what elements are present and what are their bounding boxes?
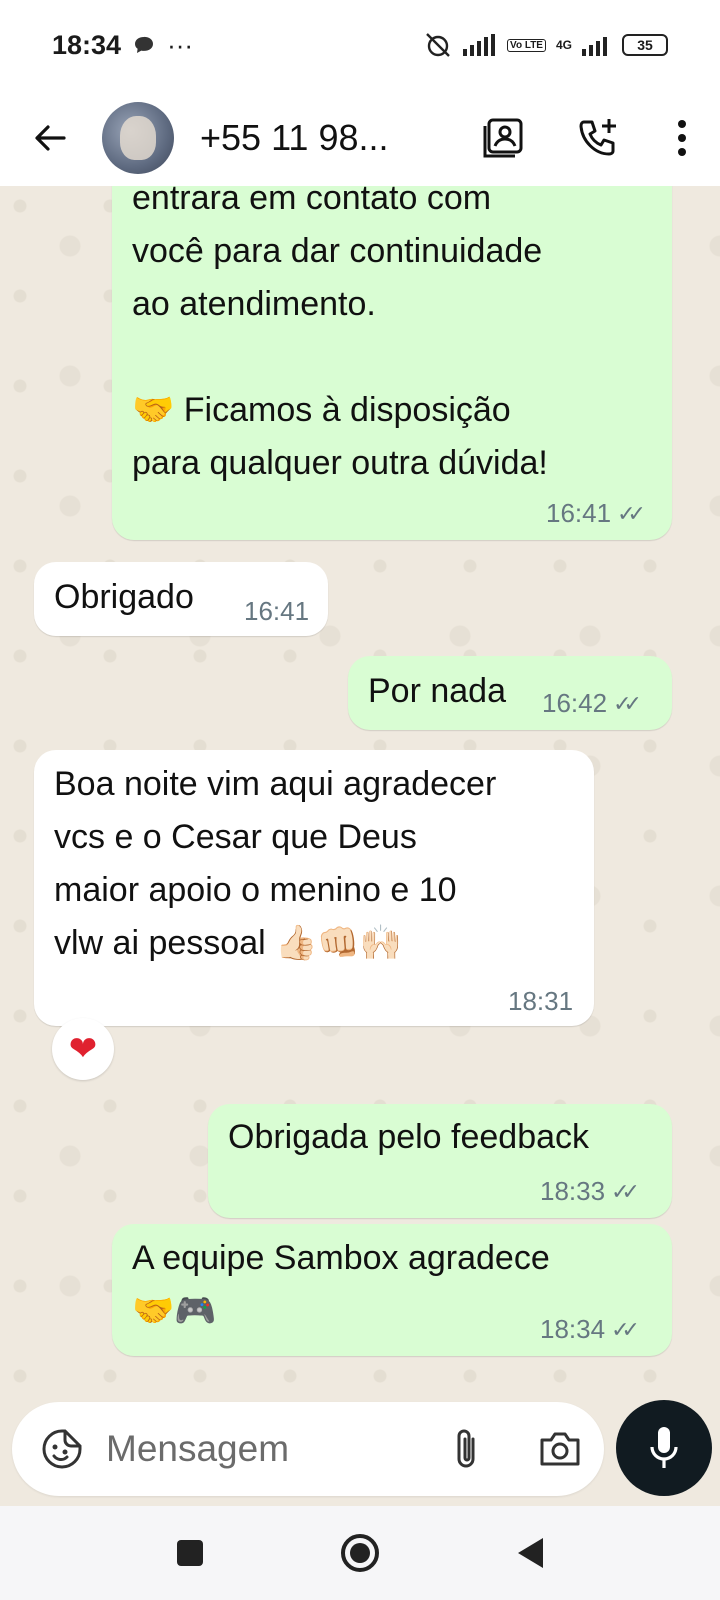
back-arrow-icon — [35, 125, 66, 151]
message-text: entrara em contato com você para dar con… — [132, 186, 548, 482]
chat-notification-icon — [133, 35, 155, 55]
add-call-icon — [579, 119, 616, 156]
recents-button[interactable] — [160, 1523, 220, 1583]
contacts-button[interactable] — [474, 108, 534, 168]
message-text: Boa noite vim aqui agradecer vcs e o Ces… — [54, 765, 497, 962]
message-meta: 18:34 ✓✓ — [540, 1314, 640, 1345]
message-meta: 16:41 — [244, 596, 309, 627]
message-time: 16:41 — [244, 596, 310, 626]
read-receipt-icon: ✓✓ — [611, 1316, 640, 1342]
attach-button[interactable] — [436, 1419, 496, 1479]
contact-name[interactable]: +55 11 98... — [200, 117, 430, 159]
system-nav-bar — [0, 1506, 720, 1600]
message-time: 18:33 — [540, 1176, 606, 1206]
home-circle-icon — [341, 1534, 379, 1572]
message-time: 18:31 — [508, 986, 574, 1016]
read-receipt-icon: ✓✓ — [611, 1178, 640, 1204]
square-icon — [177, 1540, 203, 1566]
message-meta: 16:42 ✓✓ — [542, 688, 642, 719]
alarm-off-icon — [423, 32, 453, 58]
message-meta: 18:31 — [508, 986, 573, 1017]
network-4g-indicator: 4G — [555, 38, 572, 52]
read-receipt-icon: ✓✓ — [617, 500, 646, 526]
signal-2-icon — [582, 34, 612, 56]
back-button[interactable] — [14, 102, 86, 174]
battery-level: 35 — [637, 37, 653, 53]
message-input-bar — [12, 1402, 604, 1496]
avatar[interactable] — [102, 102, 174, 174]
status-time: 18:34 — [52, 29, 122, 60]
message-text: Por nada — [368, 672, 506, 710]
status-more: ··· — [167, 29, 194, 60]
heart-icon: ❤ — [68, 1030, 98, 1068]
message-text: Obrigado — [54, 578, 194, 616]
sticker-button[interactable] — [32, 1419, 92, 1479]
camera-icon — [540, 1432, 580, 1466]
paperclip-icon — [457, 1429, 475, 1468]
message-time: 16:41 — [546, 498, 612, 528]
add-call-button[interactable] — [568, 108, 628, 168]
signal-icon — [463, 34, 497, 56]
more-vert-icon — [678, 120, 686, 156]
status-bar: 18:34 ··· Vo LTE 4G 35 — [0, 0, 720, 90]
volte-badge: Vo LTE — [507, 38, 546, 52]
camera-button[interactable] — [530, 1419, 590, 1479]
message-meta: 16:41 ✓✓ — [546, 498, 646, 529]
microphone-icon — [650, 1427, 678, 1468]
chat-area[interactable]: entrara em contato com você para dar con… — [0, 186, 720, 1400]
battery-icon: 35 — [622, 34, 668, 56]
voice-message-button[interactable] — [616, 1400, 712, 1496]
message-time: 18:34 — [540, 1314, 606, 1344]
back-nav-button[interactable] — [500, 1523, 560, 1583]
message-meta: 18:33 ✓✓ — [540, 1176, 640, 1207]
contacts-icon — [483, 118, 523, 158]
composer — [0, 1400, 720, 1506]
home-button[interactable] — [330, 1523, 390, 1583]
sticker-icon — [42, 1429, 82, 1469]
read-receipt-icon: ✓✓ — [613, 690, 642, 716]
message-text: Obrigada pelo feedback — [228, 1118, 590, 1156]
more-options-button[interactable] — [652, 108, 712, 168]
message-time: 16:42 — [542, 688, 608, 718]
message-input[interactable] — [106, 1428, 426, 1470]
triangle-back-icon — [518, 1538, 543, 1568]
message-text: A equipe Sambox agradece 🤝🎮 — [132, 1239, 550, 1330]
chat-header: +55 11 98... — [0, 90, 720, 186]
reaction-badge[interactable]: ❤ — [52, 1018, 114, 1080]
